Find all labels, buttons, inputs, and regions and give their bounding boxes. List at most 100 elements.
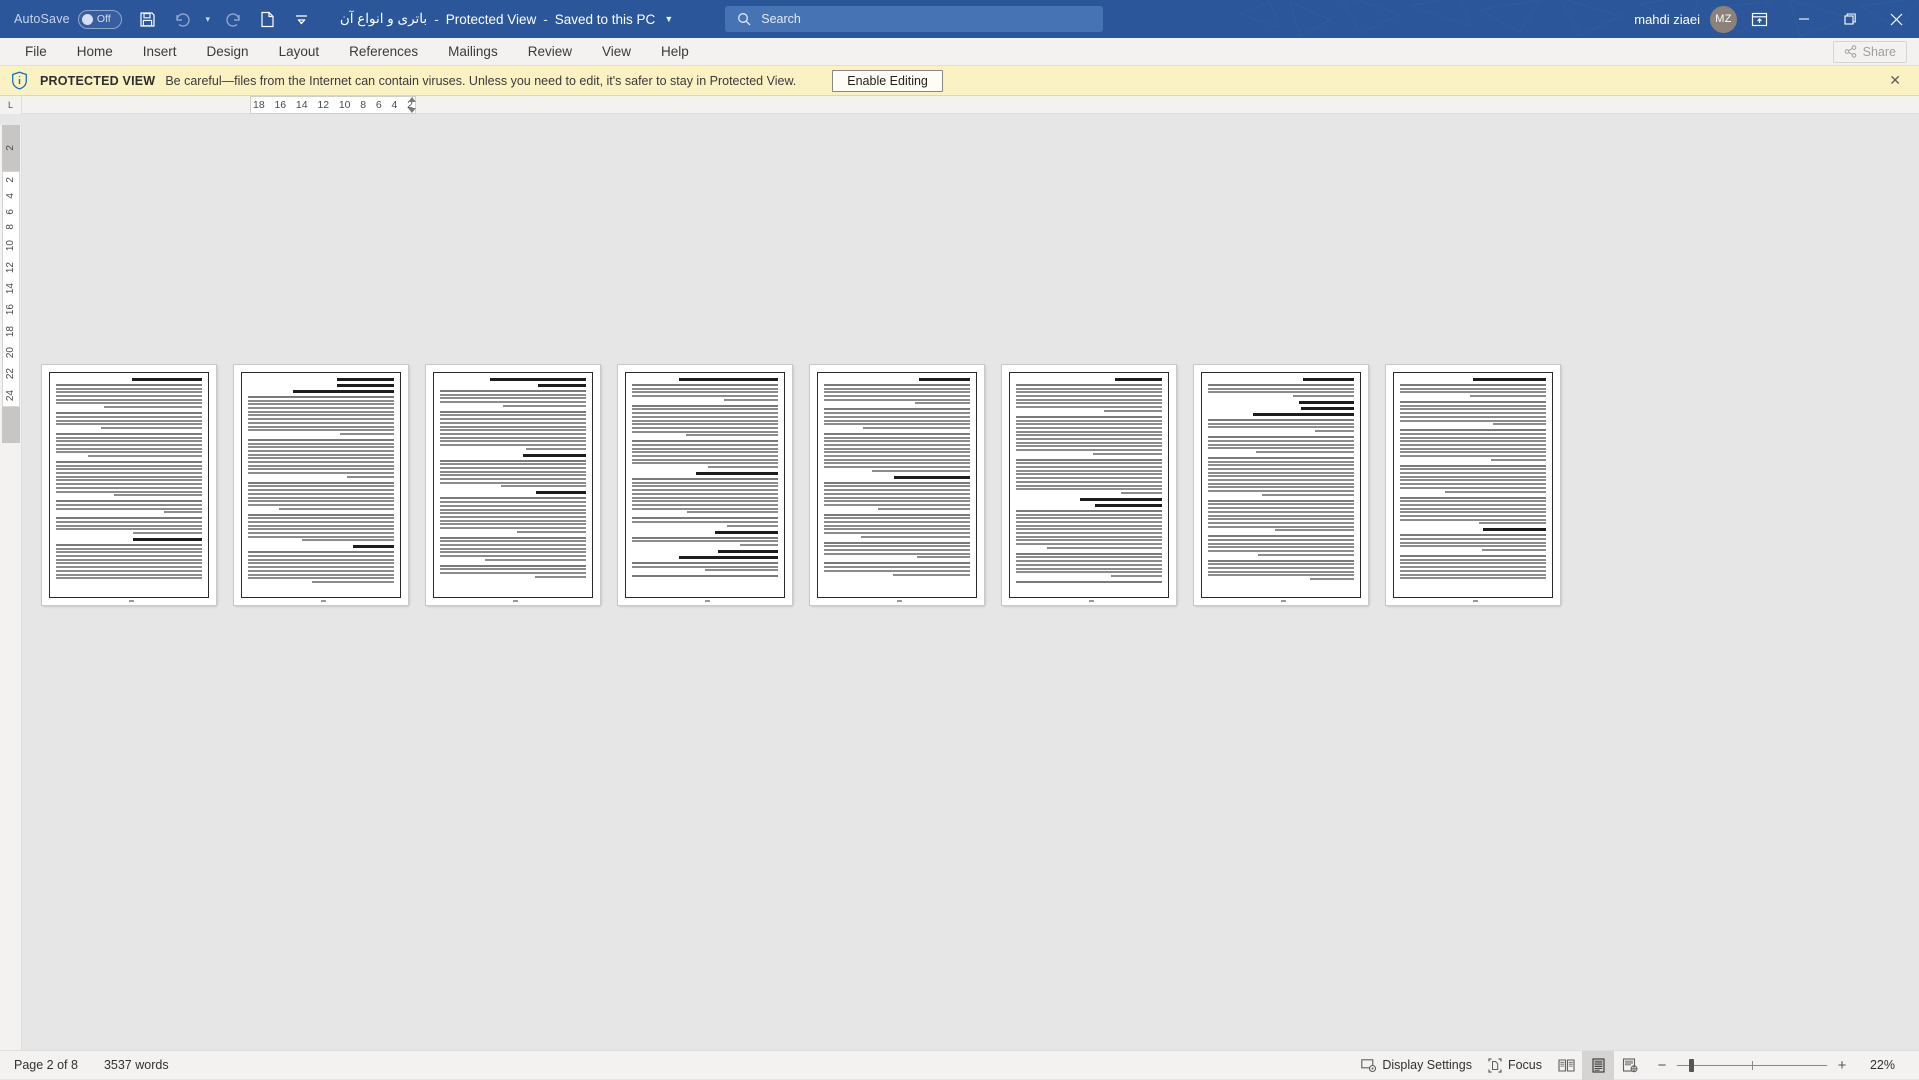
minimize-icon[interactable] (1781, 0, 1827, 38)
close-icon[interactable] (1873, 0, 1919, 38)
text-line (56, 416, 202, 418)
tab-mailings[interactable]: Mailings (433, 38, 513, 66)
restore-icon[interactable] (1827, 0, 1873, 38)
zoom-in-icon[interactable]: + (1836, 1057, 1848, 1074)
tab-design[interactable]: Design (192, 38, 264, 66)
text-line (1208, 563, 1354, 565)
page-thumbnail[interactable] (42, 365, 216, 605)
avatar[interactable]: MZ (1710, 6, 1737, 33)
text-line (824, 517, 970, 519)
ribbon-display-options-icon[interactable] (1737, 0, 1781, 38)
read-mode-icon[interactable] (1550, 1051, 1582, 1080)
text-line (1111, 575, 1162, 577)
text-line (248, 457, 394, 459)
text-line (1315, 430, 1354, 432)
tab-insert[interactable]: Insert (128, 38, 192, 66)
zoom-slider[interactable] (1677, 1057, 1827, 1073)
text-line (248, 555, 394, 557)
tab-layout[interactable]: Layout (264, 38, 335, 66)
page-thumbnail[interactable] (1002, 365, 1176, 605)
display-settings-button[interactable]: Display Settings (1353, 1051, 1480, 1080)
page-thumbnail[interactable] (810, 365, 984, 605)
text-line (824, 459, 970, 461)
print-layout-icon[interactable] (1582, 1051, 1614, 1080)
text-line (824, 553, 970, 555)
redo-icon[interactable] (218, 4, 250, 34)
undo-icon[interactable] (166, 4, 198, 34)
text-line (440, 418, 586, 420)
text-line (1400, 562, 1546, 564)
left-indent-marker[interactable] (408, 108, 416, 113)
text-line (687, 511, 778, 513)
text-line (1400, 555, 1546, 557)
text-line (632, 395, 778, 397)
tab-file[interactable]: File (10, 38, 62, 66)
text-line (56, 444, 202, 446)
customize-quick-access-toolbar-icon[interactable] (286, 4, 318, 34)
text-line (1208, 468, 1354, 470)
text-line (440, 520, 586, 522)
first-line-indent-marker[interactable] (408, 97, 416, 102)
text-line (1400, 391, 1546, 393)
save-icon[interactable] (132, 4, 164, 34)
zoom-level[interactable]: 22% (1857, 1058, 1895, 1072)
text-line (1400, 440, 1546, 442)
text-line (1208, 550, 1354, 552)
text-line (1016, 438, 1162, 440)
page-thumbnail[interactable] (234, 365, 408, 605)
horizontal-ruler-track[interactable]: 18 16 14 12 10 8 6 4 2 (22, 96, 1919, 113)
h-tick-12: 12 (317, 99, 329, 111)
tab-stop-selector-button[interactable]: L (0, 96, 22, 114)
zoom-slider-thumb[interactable] (1689, 1059, 1694, 1072)
page-thumbnail[interactable] (618, 365, 792, 605)
focus-button[interactable]: Focus (1480, 1051, 1550, 1080)
text-line (440, 527, 586, 529)
text-line (440, 565, 586, 567)
share-button[interactable]: Share (1833, 41, 1907, 63)
title-chevron-down-icon[interactable]: ▼ (664, 14, 673, 24)
zoom-out-icon[interactable]: − (1656, 1057, 1668, 1074)
web-layout-icon[interactable] (1614, 1051, 1646, 1080)
tab-help[interactable]: Help (646, 38, 704, 66)
text-line (503, 405, 586, 407)
paragraph (248, 482, 394, 510)
search-icon (737, 12, 751, 26)
text-line (1016, 477, 1162, 479)
enable-editing-button[interactable]: Enable Editing (832, 70, 943, 92)
text-line (440, 414, 586, 416)
text-line (248, 422, 394, 424)
page-indicator[interactable]: Page 2 of 8 (14, 1058, 78, 1072)
share-label: Share (1863, 45, 1896, 59)
text-line (1400, 487, 1546, 489)
text-line (824, 440, 970, 442)
text-line (1400, 408, 1546, 410)
new-document-icon[interactable] (252, 4, 284, 34)
text-line (248, 551, 394, 553)
text-line (1016, 470, 1162, 472)
text-line (312, 581, 394, 583)
paragraph (824, 514, 970, 538)
banner-close-icon[interactable]: ✕ (1889, 72, 1911, 89)
tab-references[interactable]: References (334, 38, 433, 66)
page-thumbnail[interactable] (1386, 365, 1560, 605)
undo-dropdown-chevron-down-icon[interactable]: ▾ (200, 4, 216, 34)
document-canvas[interactable]: 2 2 4 6 8 10 12 14 16 18 20 22 24 (0, 125, 1919, 1050)
text-line (1400, 508, 1546, 510)
tab-view[interactable]: View (587, 38, 646, 66)
autosave-toggle[interactable]: Off (78, 10, 122, 29)
text-line (1208, 440, 1354, 442)
text-line (440, 512, 586, 514)
tab-review[interactable]: Review (513, 38, 587, 66)
tab-home[interactable]: Home (62, 38, 128, 66)
page-thumbnail[interactable] (1194, 365, 1368, 605)
search-input[interactable]: Search (725, 6, 1103, 32)
text-line (248, 521, 394, 523)
paragraph (440, 537, 586, 561)
page-thumbnail[interactable] (426, 365, 600, 605)
account-name[interactable]: mahdi ziaei (1634, 12, 1700, 27)
word-count[interactable]: 3537 words (104, 1058, 169, 1072)
text-line (101, 427, 202, 429)
paragraph-heading (696, 472, 778, 475)
save-location-status[interactable]: Saved to this PC (555, 12, 656, 27)
text-line (1016, 564, 1162, 566)
